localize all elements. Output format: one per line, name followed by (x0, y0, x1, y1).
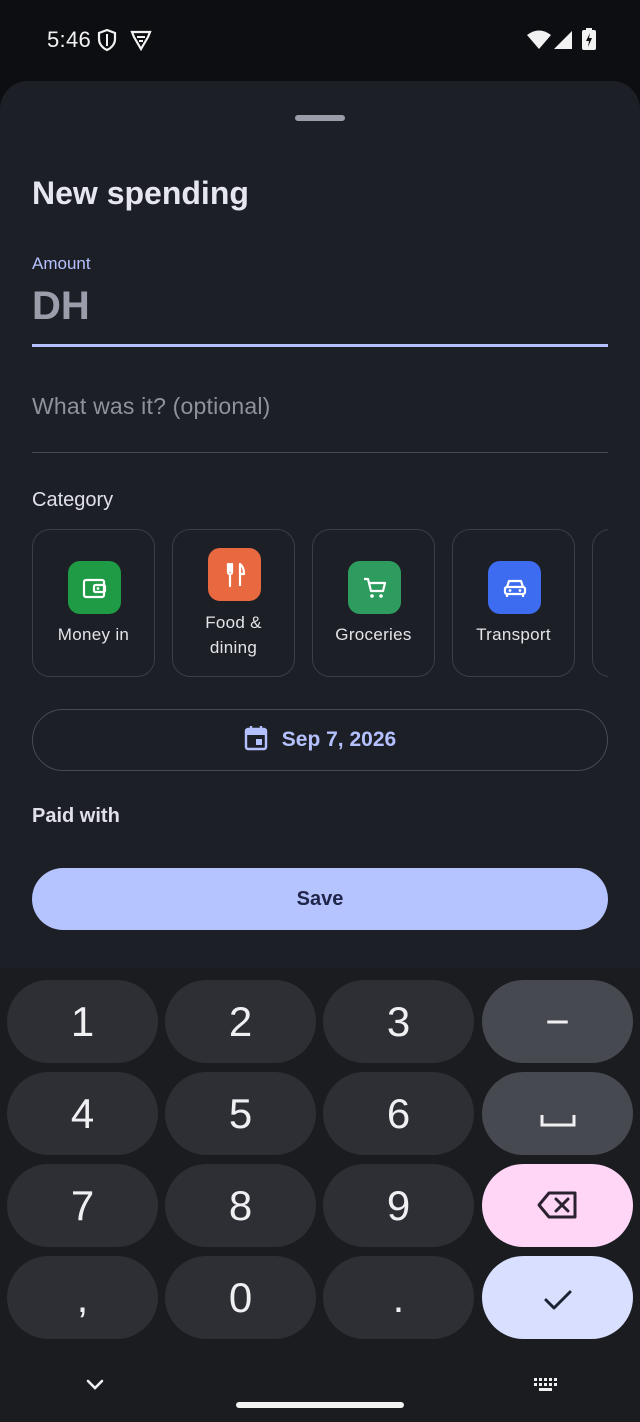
chevron-down-icon[interactable] (84, 1376, 106, 1397)
category-food-dining[interactable]: Food & dining (172, 529, 295, 677)
key-6[interactable]: 6 (323, 1072, 474, 1155)
category-heading: Category (32, 489, 114, 511)
space-icon (540, 1090, 576, 1138)
fork-knife-icon (208, 548, 261, 601)
battery-icon (582, 28, 596, 55)
key-3[interactable]: 3 (323, 980, 474, 1063)
status-time: 5:46 (47, 27, 92, 52)
key-2[interactable]: 2 (165, 980, 316, 1063)
key-space[interactable] (482, 1072, 633, 1155)
category-label: Food & (205, 613, 262, 632)
category-label: Transport (476, 625, 551, 644)
date-label: Sep 7, 2026 (281, 728, 397, 751)
calendar-icon (244, 725, 268, 756)
key-done[interactable] (482, 1256, 633, 1339)
category-label: Money in (57, 625, 130, 644)
key-4[interactable]: 4 (7, 1072, 158, 1155)
paid-with-heading: Paid with (32, 805, 120, 827)
key-7[interactable]: 7 (7, 1164, 158, 1247)
wallet-icon (68, 561, 121, 614)
bottom-sheet: New spending Amount DH What was it? (opt… (0, 81, 640, 981)
checkmark-icon (543, 1274, 573, 1322)
page-title: New spending (32, 175, 249, 211)
amount-underline (32, 344, 608, 347)
numeric-keyboard: 1 2 3 − 4 5 6 7 8 9 , 0 . (0, 968, 640, 1422)
description-underline (32, 452, 608, 453)
category-money-in[interactable]: Money in (32, 529, 155, 677)
amount-label: Amount (32, 254, 91, 273)
date-picker-button[interactable]: Sep 7, 2026 (32, 709, 608, 771)
key-period[interactable]: . (323, 1256, 474, 1339)
category-list[interactable]: Money in Food & dining Groceries Transpo… (32, 529, 608, 677)
category-next-partial[interactable] (592, 529, 608, 677)
category-transport[interactable]: Transport (452, 529, 575, 677)
car-icon (488, 561, 541, 614)
signal-icon (553, 30, 573, 55)
category-label-line2: dining (209, 638, 258, 657)
home-indicator[interactable] (236, 1402, 404, 1408)
key-minus[interactable]: − (482, 980, 633, 1063)
description-input[interactable]: What was it? (optional) (32, 393, 608, 420)
key-comma[interactable]: , (7, 1256, 158, 1339)
keyboard-icon[interactable] (532, 1376, 560, 1399)
vpn-badge-icon (130, 28, 152, 57)
category-label: Groceries (335, 625, 412, 644)
key-0[interactable]: 0 (165, 1256, 316, 1339)
backspace-icon (537, 1182, 579, 1230)
save-label: Save (296, 887, 344, 910)
key-5[interactable]: 5 (165, 1072, 316, 1155)
category-groceries[interactable]: Groceries (312, 529, 435, 677)
key-8[interactable]: 8 (165, 1164, 316, 1247)
drag-handle[interactable] (295, 115, 345, 121)
cart-icon (348, 561, 401, 614)
key-1[interactable]: 1 (7, 980, 158, 1063)
status-bar: 5:46 (0, 0, 640, 80)
wifi-icon (527, 30, 551, 55)
key-9[interactable]: 9 (323, 1164, 474, 1247)
shield-icon (96, 28, 118, 57)
key-backspace[interactable] (482, 1164, 633, 1247)
save-button[interactable]: Save (32, 868, 608, 930)
amount-input[interactable]: DH (32, 284, 90, 329)
